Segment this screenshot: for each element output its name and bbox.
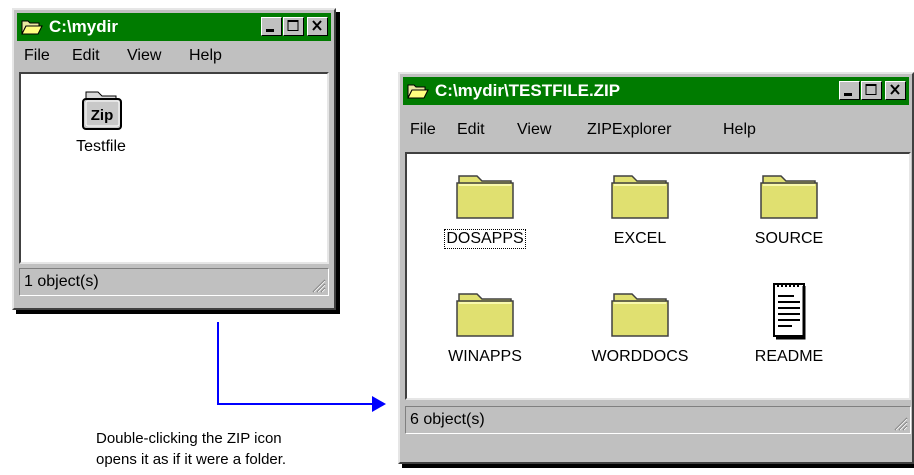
caption: Double-clicking the ZIP icon opens it as… bbox=[96, 428, 286, 470]
connector-arrow bbox=[217, 322, 386, 412]
caption-line-1: Double-clicking the ZIP icon bbox=[96, 430, 282, 447]
caption-line-2: opens it as if it were a folder. bbox=[96, 451, 287, 468]
